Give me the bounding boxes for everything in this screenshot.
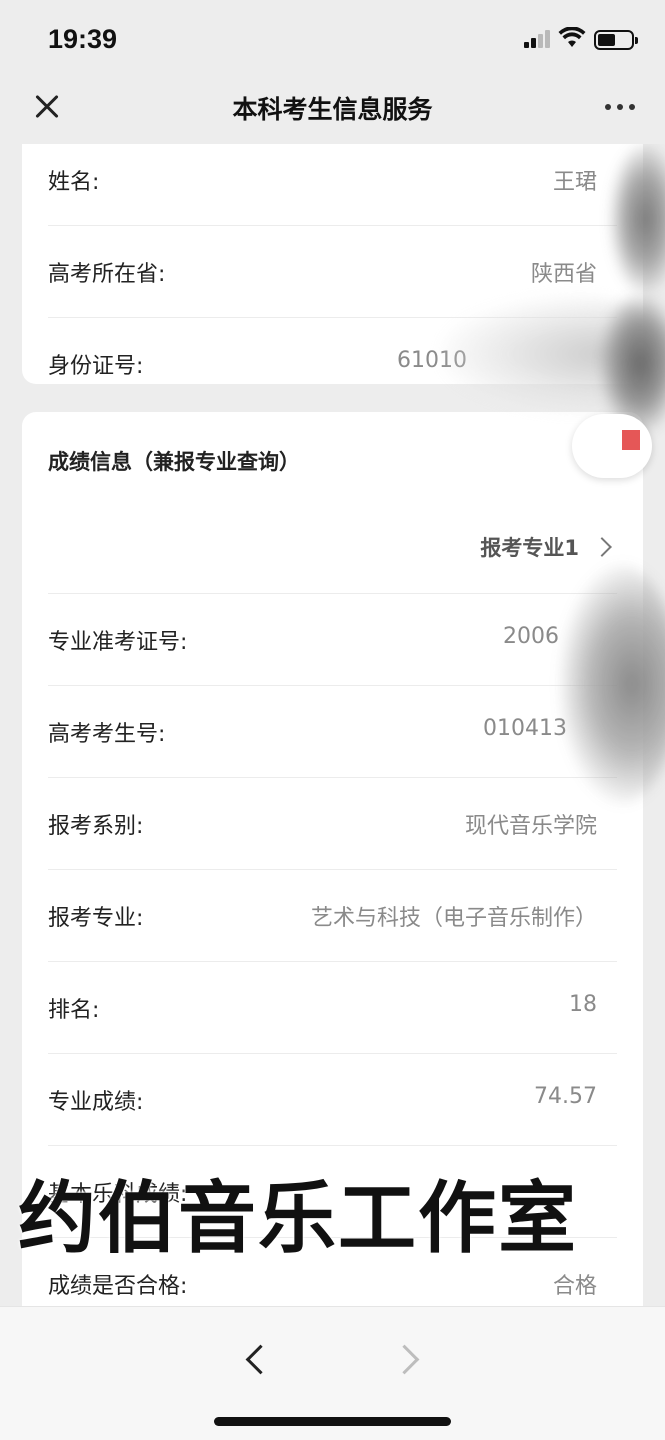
- row-department: 报考系别: 现代音乐学院: [48, 778, 617, 870]
- more-icon[interactable]: [603, 102, 637, 112]
- signal-icon: [524, 30, 552, 48]
- section-title: 成绩信息（兼报专业查询）: [48, 450, 300, 474]
- row-label: 身份证号:: [48, 354, 144, 379]
- nav-bar: 本科考生信息服务: [0, 78, 665, 144]
- row-label: 专业准考证号:: [48, 630, 188, 655]
- forward-arrow-icon[interactable]: [390, 1337, 430, 1377]
- row-label: 报考专业:: [48, 906, 144, 931]
- row-value: 现代音乐学院: [464, 814, 597, 839]
- row-exam-number: 专业准考证号: 2006: [48, 594, 617, 686]
- row-label: 高考所在省:: [48, 262, 166, 287]
- watermark: 约伯音乐工作室: [18, 1174, 579, 1264]
- main-content[interactable]: 姓名: 王珺 高考所在省: 陕西省 身份证号: 61010 成绩信息（兼报专业查…: [0, 144, 665, 1306]
- battery-icon: [594, 30, 638, 50]
- row-value: 010413: [483, 716, 567, 741]
- row-value: 艺术与科技（电子音乐制作）: [310, 906, 597, 931]
- ink-decoration: [572, 414, 652, 478]
- row-value: 王珺: [552, 170, 597, 195]
- page-title: 本科考生信息服务: [232, 95, 433, 124]
- row-rank: 排名: 18: [48, 962, 617, 1054]
- bottom-toolbar: [0, 1306, 665, 1440]
- status-time: 19:39: [48, 24, 118, 54]
- back-arrow-icon[interactable]: [236, 1337, 276, 1377]
- row-label: 专业成绩:: [48, 1090, 144, 1115]
- row-label: 报考系别:: [48, 814, 144, 839]
- row-professional-score: 专业成绩: 74.57: [48, 1054, 617, 1146]
- red-stamp-icon: [622, 430, 640, 450]
- row-label: 高考考生号:: [48, 722, 166, 747]
- row-name: 姓名: 王珺: [48, 144, 617, 226]
- major-link-row: [48, 502, 617, 594]
- row-value: 合格: [552, 1274, 597, 1299]
- wifi-icon: [558, 27, 586, 47]
- row-value: 2006: [503, 624, 559, 649]
- home-indicator[interactable]: [214, 1417, 451, 1426]
- row-label: 排名:: [48, 998, 100, 1023]
- status-bar: 19:39: [0, 0, 665, 78]
- row-value: 74.57: [534, 1084, 597, 1109]
- row-label: 姓名:: [48, 170, 100, 195]
- row-value: 陕西省: [530, 262, 597, 287]
- row-candidate-number: 高考考生号: 010413: [48, 686, 617, 778]
- row-label: 成绩是否合格:: [48, 1274, 188, 1299]
- row-value: 18: [569, 992, 597, 1017]
- row-major: 报考专业: 艺术与科技（电子音乐制作）: [48, 870, 617, 962]
